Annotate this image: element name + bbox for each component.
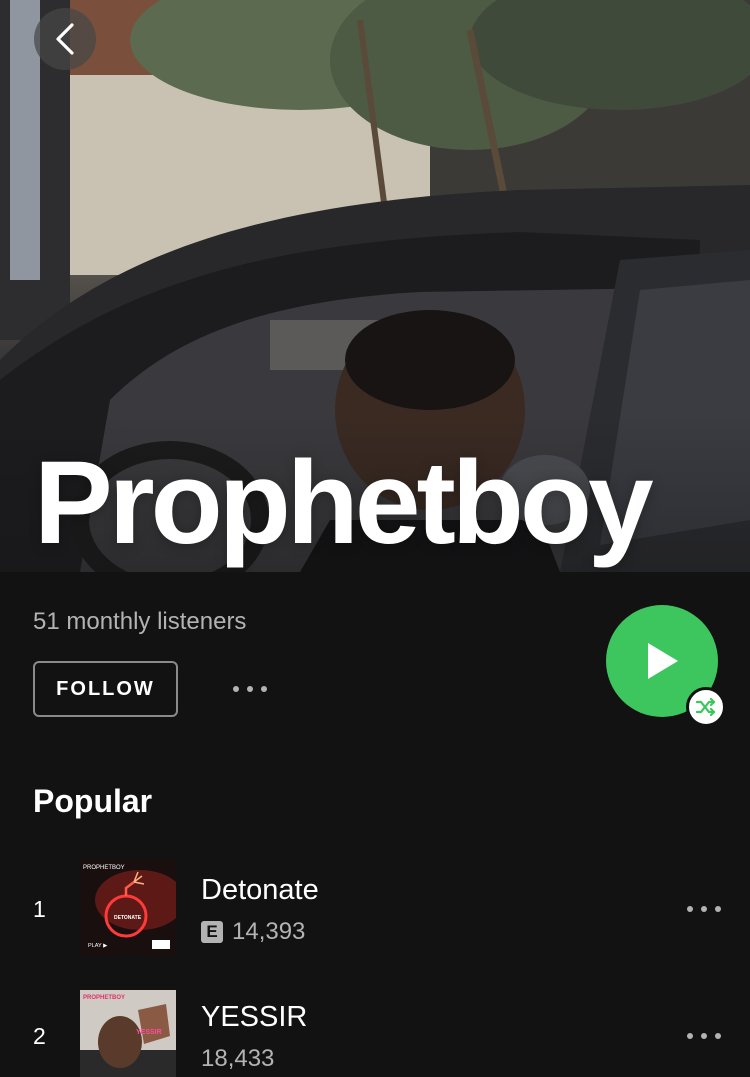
track-title: Detonate: [201, 874, 319, 906]
cover-text-play: PLAY ▶: [88, 943, 108, 949]
track-rank: 2: [33, 1023, 46, 1049]
back-button[interactable]: [34, 8, 96, 70]
shuffle-toggle[interactable]: [686, 687, 726, 727]
track-cover: PROPHETBOY YESSIR: [80, 990, 176, 1077]
explicit-badge: E: [201, 921, 223, 943]
artist-header-image: Prophetboy: [0, 0, 750, 572]
more-options-button[interactable]: [228, 675, 272, 703]
cover-text-title: DETONATE: [114, 915, 142, 921]
artist-page: Prophetboy 51 monthly listeners FOLLOW P…: [0, 0, 750, 1077]
more-horizontal-icon: [687, 1033, 721, 1039]
artist-name: Prophetboy: [34, 437, 654, 569]
track-cover: PROPHETBOY DETONATE PLAY ▶: [80, 860, 176, 956]
track-row[interactable]: 1 PROPHETBOY DETONATE PLAY ▶ Detonate E …: [0, 860, 750, 960]
track-title: YESSIR: [201, 1001, 308, 1033]
track-more-button[interactable]: [684, 1023, 724, 1049]
track-meta: 18,433: [201, 1045, 274, 1073]
track-play-count: 14,393: [232, 918, 306, 945]
shuffle-icon: [696, 698, 716, 716]
track-play-count: 18,433: [201, 1045, 275, 1072]
track-meta: E 14,393: [201, 918, 305, 946]
cover-text-top: PROPHETBOY: [83, 865, 125, 871]
popular-section-title: Popular: [33, 783, 153, 819]
track-more-button[interactable]: [684, 896, 724, 922]
monthly-listeners: 51 monthly listeners: [33, 608, 247, 635]
follow-button[interactable]: FOLLOW: [33, 661, 178, 717]
chevron-left-icon: [56, 23, 74, 55]
track-row[interactable]: 2 PROPHETBOY YESSIR YESSIR 18,433: [0, 989, 750, 1077]
cover-text-top: PROPHETBOY: [83, 995, 125, 1001]
play-icon: [648, 643, 678, 679]
more-horizontal-icon: [687, 906, 721, 912]
more-horizontal-icon: [233, 686, 267, 692]
cover-text-title: YESSIR: [136, 1029, 162, 1036]
track-rank: 1: [33, 896, 46, 922]
